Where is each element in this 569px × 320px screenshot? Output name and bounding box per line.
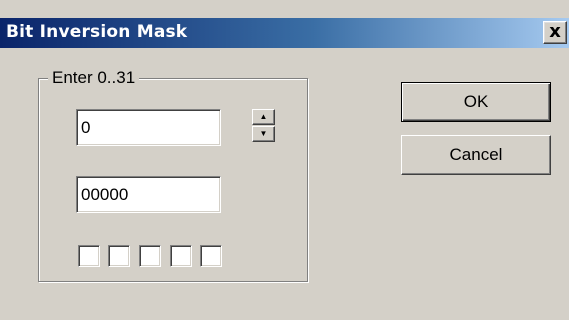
binary-value-input[interactable] (77, 177, 220, 212)
spin-down-button[interactable]: ▼ (252, 126, 275, 142)
window-title: Bit Inversion Mask (6, 22, 188, 42)
bit-checkbox-4[interactable] (78, 245, 100, 267)
title-bar[interactable]: Bit Inversion Mask x (0, 18, 569, 48)
bit-checkbox-2[interactable] (139, 245, 161, 267)
bit-checkbox-0[interactable] (200, 245, 222, 267)
binary-value-field[interactable] (76, 176, 221, 213)
decimal-value-input[interactable] (77, 110, 220, 145)
arrow-down-icon: ▼ (259, 129, 268, 138)
bit-checkbox-1[interactable] (170, 245, 192, 267)
spin-up-button[interactable]: ▲ (252, 109, 275, 125)
decimal-value-field[interactable] (76, 109, 221, 146)
ok-button[interactable]: OK (401, 82, 551, 122)
close-button[interactable]: x (543, 21, 567, 44)
close-icon: x (549, 21, 561, 42)
bit-inversion-dialog: Bit Inversion Mask x Enter 0..31 ▲ ▼ OK … (0, 0, 569, 320)
bit-checkbox-3[interactable] (108, 245, 130, 267)
cancel-button[interactable]: Cancel (401, 135, 551, 175)
arrow-up-icon: ▲ (259, 112, 268, 121)
groupbox-label: Enter 0..31 (48, 68, 140, 88)
value-spinner[interactable]: ▲ ▼ (252, 109, 275, 142)
